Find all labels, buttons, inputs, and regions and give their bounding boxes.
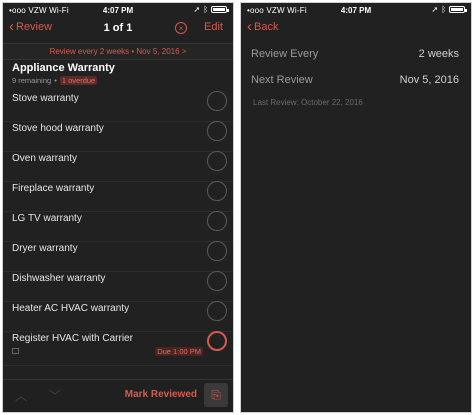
review-screen: •ooo VZW Wi-Fi 4:07 PM ➚ ᛒ ‹ Review 1 of… <box>2 2 234 413</box>
chevron-up-icon[interactable]: ︿ <box>15 387 27 404</box>
task-label: Dishwasher warranty <box>12 273 106 284</box>
inbox-icon[interactable]: ⎘ <box>204 383 228 407</box>
next-review-row[interactable]: Next Review Nov 5, 2016 <box>241 69 471 93</box>
next-review-label: Next Review <box>251 74 313 86</box>
back-label: Back <box>254 21 279 33</box>
review-every-value: 2 weeks <box>418 48 459 60</box>
location-icon: ➚ <box>431 5 439 14</box>
edit-button[interactable]: Edit <box>204 21 223 33</box>
bluetooth-icon: ᛒ <box>203 5 208 14</box>
review-settings-screen: •ooo VZW Wi-Fi 4:07 PM ➚ ᛒ ‹ Back Review… <box>240 2 472 413</box>
task-row[interactable]: LG TV warranty <box>3 211 233 242</box>
back-button[interactable]: ‹ Back <box>247 18 279 35</box>
task-row[interactable]: Fireplace warranty <box>3 181 233 212</box>
task-row[interactable]: Dryer warranty <box>3 241 233 272</box>
task-row[interactable]: Oven warranty <box>3 151 233 182</box>
status-bar: •ooo VZW Wi-Fi 4:07 PM ➚ ᛒ <box>3 3 233 17</box>
task-label: Stove hood warranty <box>12 123 104 134</box>
location-icon: ➚ <box>193 5 201 14</box>
bluetooth-icon: ᛒ <box>441 5 446 14</box>
chevron-left-icon: ‹ <box>247 18 252 35</box>
task-checkbox[interactable] <box>207 211 227 231</box>
next-review-value: Nov 5, 2016 <box>399 74 459 86</box>
note-icon <box>12 348 19 354</box>
task-label: Register HVAC with Carrier <box>12 333 133 344</box>
status-right: ➚ ᛒ <box>431 5 467 14</box>
task-checkbox[interactable] <box>207 241 227 261</box>
task-label: Oven warranty <box>12 153 78 164</box>
task-row[interactable]: Stove warranty <box>3 91 233 122</box>
task-checkbox[interactable] <box>207 151 227 171</box>
task-row[interactable]: Heater AC HVAC warranty <box>3 301 233 332</box>
project-title: Appliance Warranty <box>12 62 115 74</box>
mark-reviewed-button[interactable]: Mark Reviewed <box>125 389 197 400</box>
task-label: Heater AC HVAC warranty <box>12 303 130 314</box>
due-badge: Due 1:00 PM <box>155 347 203 356</box>
review-every-row[interactable]: Review Every 2 weeks <box>241 43 471 67</box>
project-meta: 9 remaining • 1 overdue <box>12 76 227 85</box>
nav-bar: ‹ Back <box>241 17 471 43</box>
task-label: Fireplace warranty <box>12 183 95 194</box>
meta-separator: • <box>54 76 57 85</box>
task-checkbox[interactable] <box>207 181 227 201</box>
status-right: ➚ ᛒ <box>193 5 229 14</box>
review-schedule-bar[interactable]: Review every 2 weeks • Nov 5, 2016 > <box>3 43 233 60</box>
task-row[interactable]: Stove hood warranty <box>3 121 233 152</box>
review-every-label: Review Every <box>251 48 319 60</box>
chevron-down-icon[interactable]: ﹀ <box>49 387 61 404</box>
task-row[interactable]: Dishwasher warranty <box>3 271 233 302</box>
task-checkbox[interactable] <box>207 121 227 141</box>
close-icon[interactable]: × <box>175 22 187 34</box>
remaining-count: 9 remaining <box>12 76 52 85</box>
overdue-badge: 1 overdue <box>59 76 98 85</box>
task-checkbox[interactable] <box>207 331 227 351</box>
page-title: 1 of 1 <box>103 22 133 34</box>
task-checkbox[interactable] <box>207 271 227 291</box>
task-label: LG TV warranty <box>12 213 82 224</box>
task-row[interactable]: Register HVAC with Carrier Due 1:00 PM <box>3 331 233 366</box>
status-bar: •ooo VZW Wi-Fi 4:07 PM ➚ ᛒ <box>241 3 471 17</box>
battery-icon <box>449 6 467 13</box>
project-header: Appliance Warranty 9 remaining • 1 overd… <box>12 62 227 85</box>
task-label: Stove warranty <box>12 93 79 104</box>
task-checkbox[interactable] <box>207 91 227 111</box>
nav-bar: ‹ Review 1 of 1 × Edit <box>3 17 233 43</box>
battery-icon <box>211 6 229 13</box>
task-checkbox[interactable] <box>207 301 227 321</box>
last-review-text: Last Review: October 22, 2016 <box>253 98 363 107</box>
review-toolbar: ︿ ﹀ Mark Reviewed ⎘ <box>3 379 233 412</box>
task-label: Dryer warranty <box>12 243 78 254</box>
